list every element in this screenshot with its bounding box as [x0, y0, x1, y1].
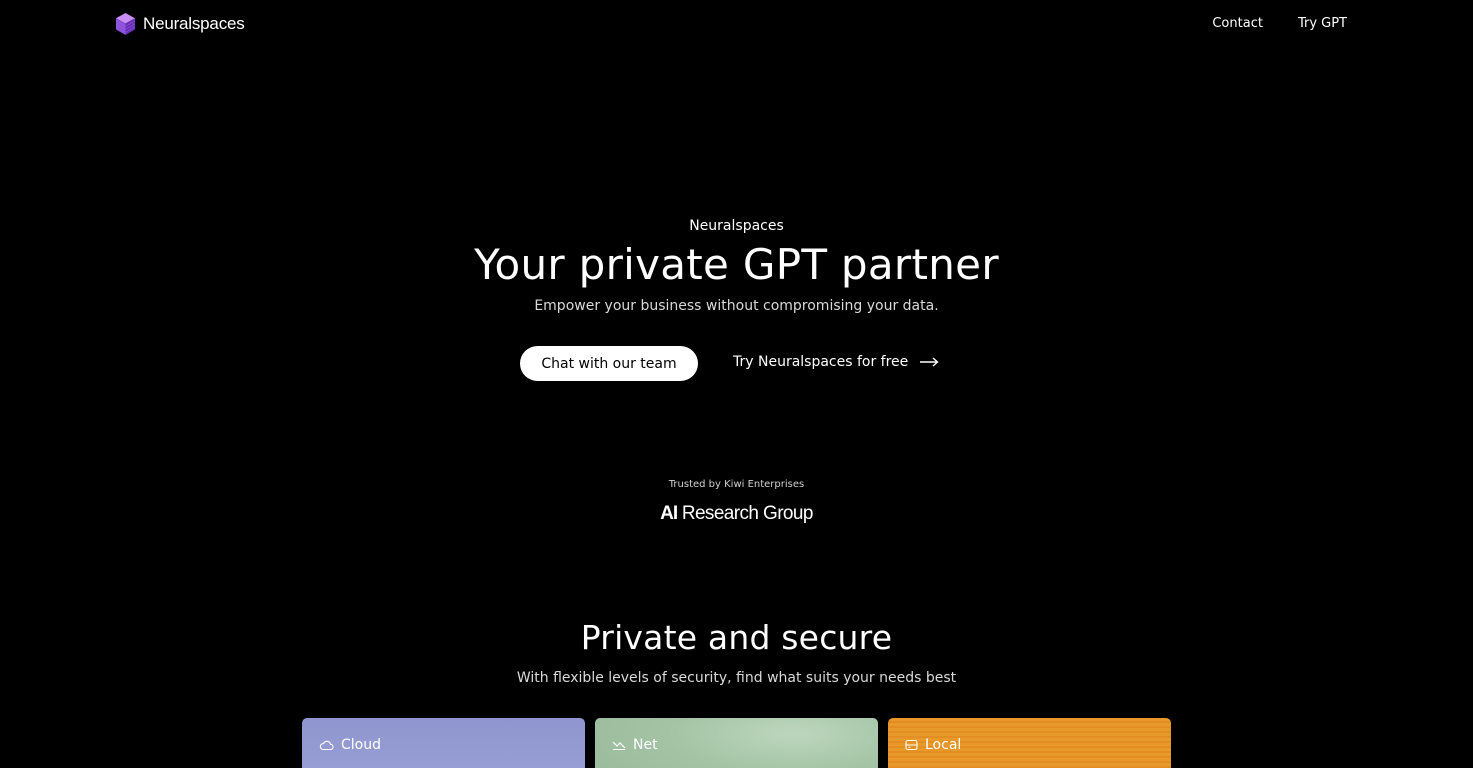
nav-try-gpt-link[interactable]: Try GPT: [1298, 16, 1347, 31]
card-label: Net: [633, 737, 658, 753]
partner-logo-ai-part: AI: [660, 503, 678, 524]
server-icon: [905, 739, 918, 751]
try-free-label: Try Neuralspaces for free: [733, 354, 909, 370]
nav-contact-link[interactable]: Contact: [1212, 16, 1263, 31]
brand-name: Neuralspaces: [143, 14, 245, 33]
partner-logo-name-part: Research Group: [677, 503, 814, 524]
trusted-by-label: Trusted by Kiwi Enterprises: [668, 479, 805, 490]
arrow-right-icon: [920, 357, 939, 367]
card-header: Local: [905, 737, 961, 753]
card-label: Cloud: [341, 737, 381, 753]
hero-subhead: Empower your business without compromisi…: [534, 298, 939, 314]
security-card-net[interactable]: Net: [595, 718, 878, 768]
security-card-local[interactable]: Local: [888, 718, 1171, 768]
security-section-title: Private and secure: [580, 618, 893, 657]
partner-logo-ai-research-group: AI Research Group: [0, 503, 1473, 525]
hero-headline: Your private GPT partner: [474, 240, 999, 289]
network-icon: [612, 739, 626, 751]
cube-logo-icon: [115, 12, 136, 36]
top-nav: Contact Try GPT: [1212, 16, 1347, 31]
card-label: Local: [925, 737, 962, 753]
chat-with-team-button[interactable]: Chat with our team: [520, 346, 698, 381]
card-header: Cloud: [319, 737, 381, 753]
brand-logo-link[interactable]: Neuralspaces: [115, 12, 245, 36]
hero-eyebrow: Neuralspaces: [689, 218, 784, 234]
try-free-link[interactable]: Try Neuralspaces for free: [733, 354, 939, 370]
card-header: Net: [612, 737, 658, 753]
cloud-icon: [319, 739, 334, 751]
security-section-subtitle: With flexible levels of security, find w…: [516, 670, 957, 686]
security-card-cloud[interactable]: Cloud: [302, 718, 585, 768]
page: Neuralspaces Contact Try GPT Neuralspace…: [0, 0, 1473, 768]
